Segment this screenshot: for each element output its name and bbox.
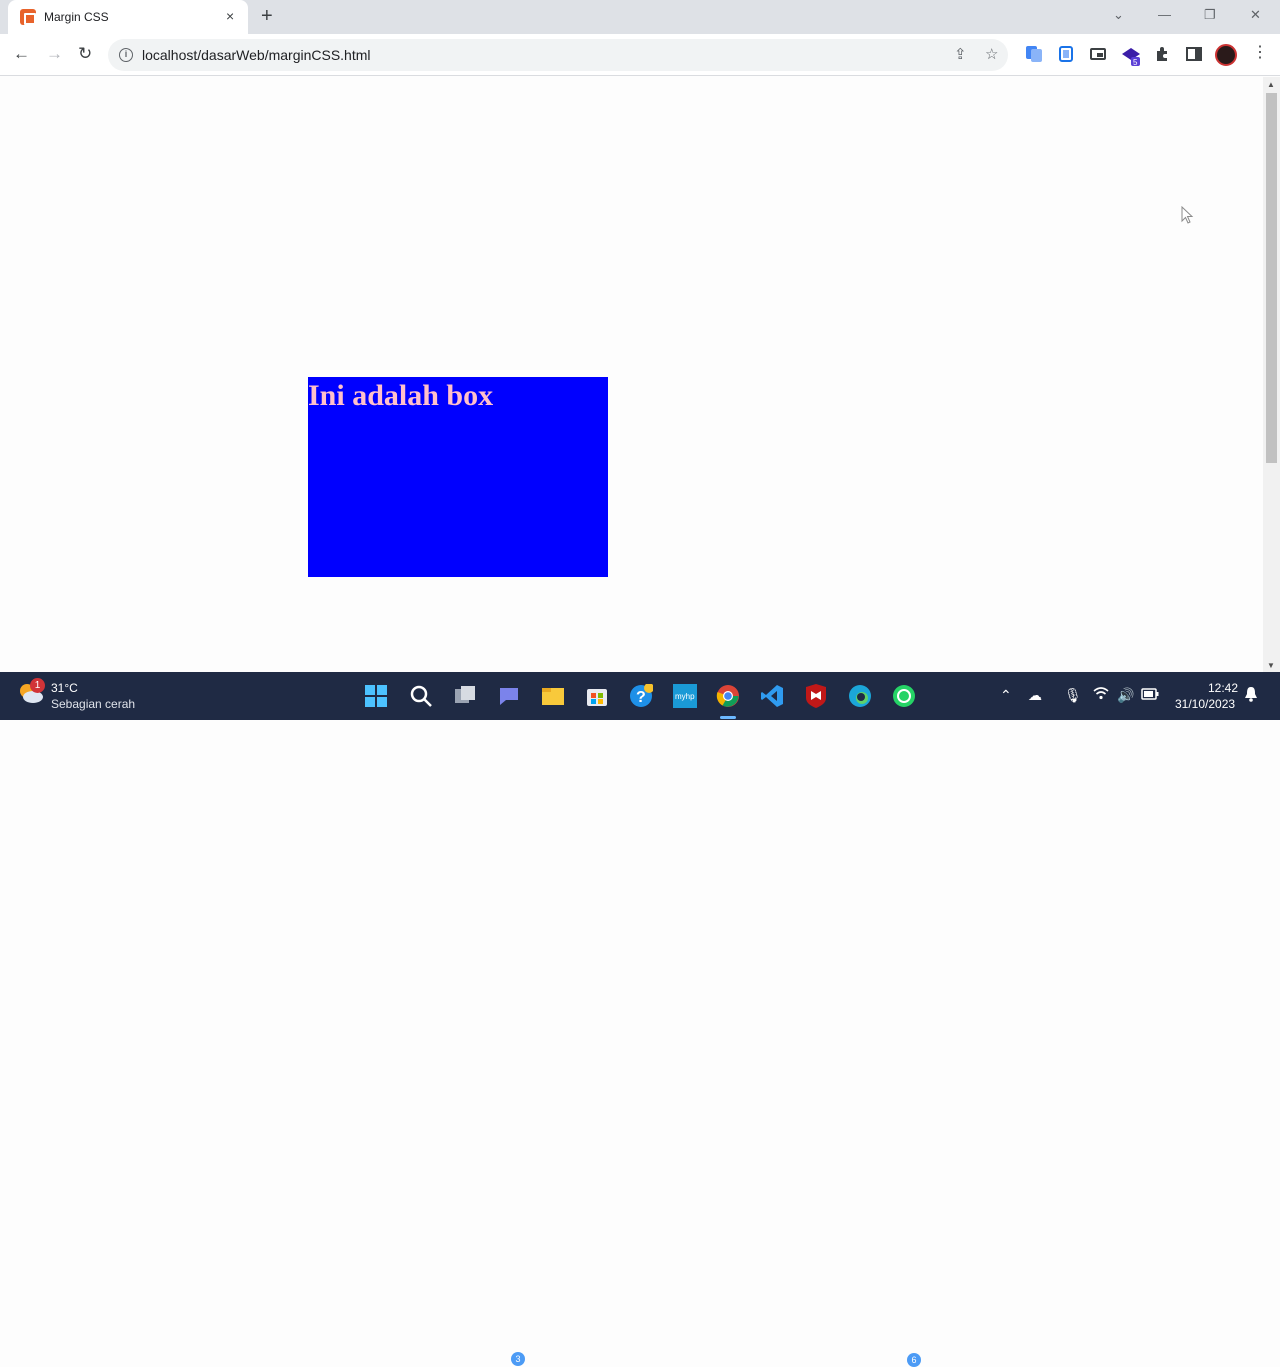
profile-avatar[interactable] (1215, 44, 1237, 66)
blue-box: Ini adalah box (308, 377, 608, 577)
task-view-icon[interactable] (453, 684, 477, 708)
forward-button[interactable]: → (46, 44, 63, 64)
address-bar[interactable]: i localhost/dasarWeb/marginCSS.html ⇪ ☆ (108, 39, 1008, 71)
clock-date[interactable]: 31/10/2023 (1175, 697, 1235, 711)
picture-in-picture-icon[interactable] (1090, 46, 1106, 62)
start-windows-icon[interactable] (364, 684, 388, 708)
microphone-icon[interactable]: 🎙 (1064, 686, 1082, 704)
scroll-up-icon[interactable]: ▲ (1267, 80, 1275, 89)
notification-bell-icon[interactable] (1244, 686, 1258, 706)
myhp-icon[interactable]: myhp (673, 684, 697, 708)
share-icon[interactable]: ⇪ (954, 46, 967, 64)
wifi-icon[interactable] (1093, 686, 1109, 704)
scroll-thumb[interactable] (1266, 93, 1277, 463)
tab-close-icon[interactable]: × (226, 8, 234, 24)
extensions-puzzle-icon[interactable] (1154, 46, 1170, 62)
xampp-favicon-icon (20, 9, 36, 25)
edge-icon[interactable] (848, 684, 872, 708)
reload-button[interactable]: ↻ (78, 44, 92, 64)
page-scrollbar[interactable]: ▲ ▼ (1263, 77, 1280, 672)
page-viewport: Ini adalah box (0, 77, 1263, 672)
site-info-icon[interactable]: i (119, 48, 133, 62)
microsoft-store-icon[interactable] (585, 684, 609, 708)
teams-badge: 3 (511, 1352, 525, 1366)
new-tab-button[interactable]: + (261, 6, 273, 26)
chrome-menu-icon[interactable]: ⋮ (1252, 44, 1268, 62)
battery-icon[interactable] (1141, 686, 1159, 704)
restore-button[interactable]: ❐ (1204, 6, 1216, 24)
hat-extension-icon[interactable]: 5 (1122, 46, 1140, 67)
url-text[interactable]: localhost/dasarWeb/marginCSS.html (142, 47, 371, 63)
reader-extension-icon[interactable] (1058, 46, 1074, 62)
weather-notification-badge: 1 (30, 678, 45, 693)
chrome-active-indicator (720, 716, 736, 719)
vscode-icon[interactable] (760, 684, 784, 708)
teams-chat-icon[interactable] (497, 684, 521, 708)
mcafee-icon[interactable] (804, 684, 828, 708)
tab-strip: Margin CSS × + ⌄ — ❐ ✕ (0, 0, 1280, 34)
close-window-button[interactable]: ✕ (1250, 6, 1261, 24)
box-text: Ini adalah box (308, 379, 494, 412)
search-icon[interactable] (409, 684, 433, 708)
mouse-cursor-icon (1181, 205, 1194, 230)
back-button[interactable]: ← (13, 44, 30, 64)
whatsapp-icon[interactable] (892, 684, 916, 708)
google-translate-extension-icon[interactable] (1026, 46, 1042, 62)
windows-taskbar: 1 31°C Sebagian cerah 3 ? myhp 6 ⌃ ☁ 🎙 🔊… (0, 672, 1280, 1367)
volume-icon[interactable]: 🔊 (1117, 686, 1134, 704)
tab-search-icon[interactable]: ⌄ (1113, 6, 1124, 24)
onedrive-cloud-icon[interactable]: ☁ (1028, 686, 1042, 704)
tab-margin-css[interactable]: Margin CSS × (8, 0, 248, 34)
svg-text:myhp: myhp (675, 692, 695, 701)
whatsapp-badge: 6 (907, 1353, 921, 1367)
clock-time[interactable]: 12:42 (1208, 681, 1238, 695)
help-icon[interactable]: ? (629, 683, 654, 708)
file-explorer-icon[interactable] (541, 684, 565, 708)
browser-toolbar: ← → ↻ i localhost/dasarWeb/marginCSS.htm… (0, 34, 1280, 76)
svg-text:5: 5 (1133, 58, 1138, 66)
show-hidden-icons-icon[interactable]: ⌃ (1000, 686, 1012, 704)
tab-title: Margin CSS (44, 10, 109, 24)
svg-text:?: ? (636, 689, 646, 706)
scroll-down-icon[interactable]: ▼ (1267, 661, 1275, 670)
weather-description[interactable]: Sebagian cerah (51, 697, 135, 711)
chrome-icon[interactable] (716, 684, 740, 708)
minimize-button[interactable]: — (1158, 6, 1171, 24)
side-panel-icon[interactable] (1186, 46, 1202, 62)
bookmark-star-icon[interactable]: ☆ (985, 46, 998, 64)
weather-temperature[interactable]: 31°C (51, 681, 78, 695)
